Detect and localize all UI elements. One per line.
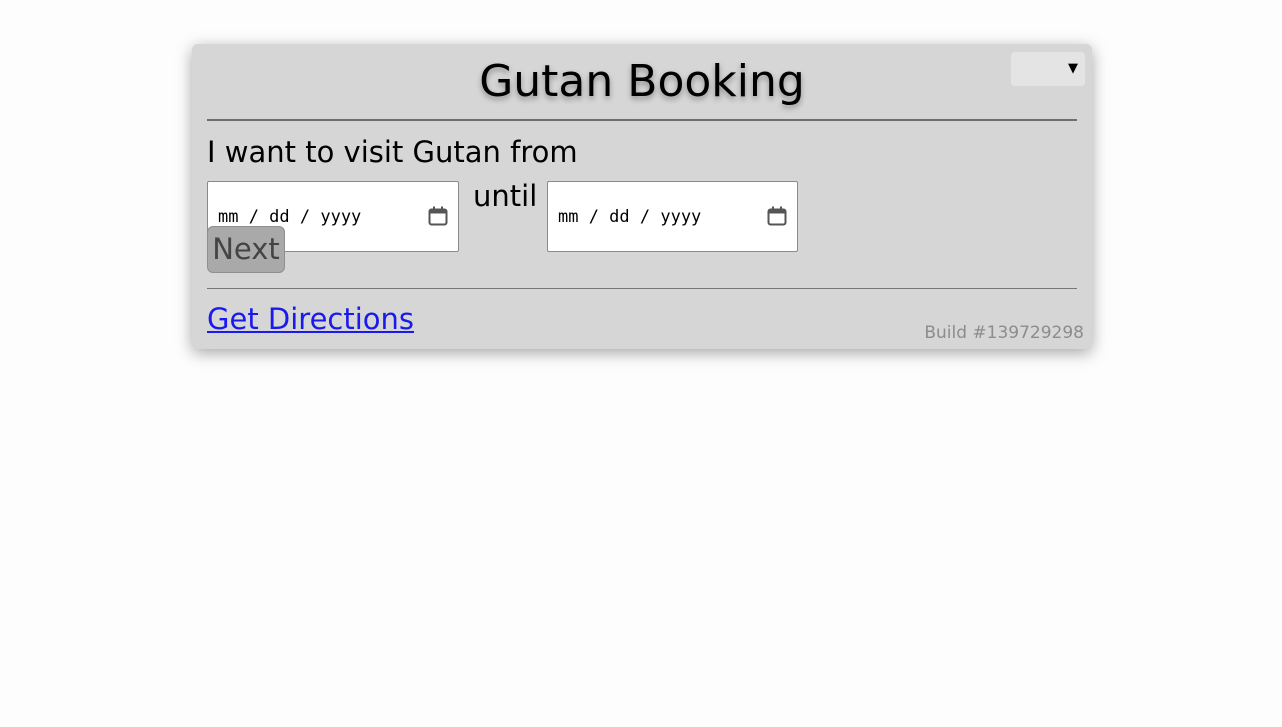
- build-number: Build #139729298: [924, 323, 1084, 343]
- calendar-icon[interactable]: [428, 206, 448, 226]
- to-date-placeholder: mm / dd / yyyy: [558, 207, 702, 227]
- get-directions-link[interactable]: Get Directions: [207, 301, 414, 337]
- from-date-placeholder: mm / dd / yyyy: [218, 207, 362, 227]
- to-date-input[interactable]: mm / dd / yyyy: [547, 181, 798, 252]
- visit-prompt: I want to visit Gutan from: [207, 135, 578, 169]
- header-divider: [207, 119, 1077, 121]
- page-title: Gutan Booking: [479, 56, 805, 107]
- until-label: until: [473, 179, 538, 213]
- next-button[interactable]: Next: [207, 226, 285, 273]
- footer-divider: [207, 288, 1077, 289]
- booking-card: ▼ Gutan Booking I want to visit Gutan fr…: [192, 44, 1092, 349]
- calendar-icon[interactable]: [767, 206, 787, 226]
